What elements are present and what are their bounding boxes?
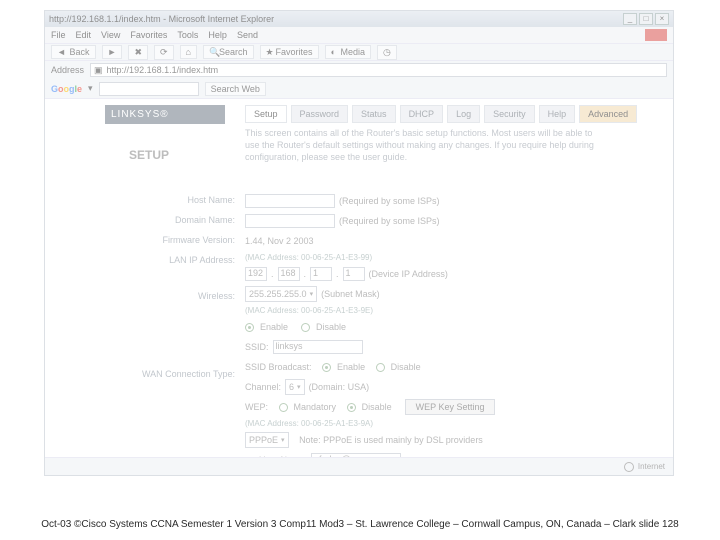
page-content: LINKSYS® SETUP Setup Password Status DHC… xyxy=(45,99,673,457)
label-firmware: Firmware Version: xyxy=(125,233,235,247)
media-button[interactable]: ◐Media xyxy=(325,45,372,60)
setup-heading: SETUP xyxy=(129,148,225,162)
wan-type-note: Note: PPPoE is used mainly by DSL provid… xyxy=(299,435,483,445)
history-button[interactable]: ◷ xyxy=(377,45,397,60)
ssid-input[interactable]: linksys xyxy=(273,340,363,354)
ssid-label: SSID: xyxy=(245,342,269,352)
tab-status[interactable]: Status xyxy=(352,105,396,123)
slide-footer: Oct-03 ©Cisco Systems CCNA Semester 1 Ve… xyxy=(0,519,720,530)
lan-ip-2[interactable]: 168 xyxy=(278,267,300,281)
menu-tools[interactable]: Tools xyxy=(177,30,198,40)
wep-mandatory-radio[interactable] xyxy=(279,403,288,412)
stop-button[interactable]: ✖ xyxy=(128,45,148,60)
hostname-hint: (Required by some ISPs) xyxy=(339,196,440,206)
refresh-button[interactable]: ⟳ xyxy=(154,45,174,60)
lan-ip-3[interactable]: 1 xyxy=(310,267,332,281)
menu-help[interactable]: Help xyxy=(208,30,227,40)
favorites-button[interactable]: ★Favorites xyxy=(260,45,319,60)
menu-file[interactable]: File xyxy=(51,30,66,40)
tab-password[interactable]: Password xyxy=(291,105,349,123)
send-icon[interactable]: Send xyxy=(237,30,258,40)
menu-favorites[interactable]: Favorites xyxy=(130,30,167,40)
ssid-broadcast-enable-radio[interactable] xyxy=(322,363,331,372)
address-input[interactable]: ▣ http://192.168.1.1/index.htm xyxy=(90,63,667,77)
firmware-value: 1.44, Nov 2 2003 xyxy=(245,236,314,246)
domainname-hint: (Required by some ISPs) xyxy=(339,216,440,226)
wireless-enable-radio[interactable] xyxy=(245,323,254,332)
channel-domain: (Domain: USA) xyxy=(309,382,370,392)
menu-edit[interactable]: Edit xyxy=(76,30,92,40)
channel-label: Channel: xyxy=(245,382,281,392)
lan-mac-label: (MAC Address: 00-06-25-A1-E3-99) xyxy=(245,253,605,262)
tab-advanced[interactable]: Advanced xyxy=(579,105,637,123)
linksys-logo: LINKSYS® xyxy=(105,105,225,124)
label-lanip: LAN IP Address: xyxy=(125,253,235,267)
media-icon: ◐ xyxy=(331,47,341,57)
google-search-web-button[interactable]: Search Web xyxy=(205,82,266,96)
tab-security[interactable]: Security xyxy=(484,105,535,123)
domainname-input[interactable] xyxy=(245,214,335,228)
wlan-mac-label: (MAC Address: 00-06-25-A1-E3-9E) xyxy=(245,306,605,315)
page-icon: ▣ xyxy=(94,65,104,75)
status-bar: Internet xyxy=(45,457,673,475)
lan-ip-4[interactable]: 1 xyxy=(343,267,365,281)
back-arrow-icon: ◄ xyxy=(57,47,67,57)
subnet-mask-select[interactable]: 255.255.255.0 xyxy=(245,286,317,302)
tab-row: Setup Password Status DHCP Log Security … xyxy=(245,105,637,123)
hostname-input[interactable] xyxy=(245,194,335,208)
subnet-mask-label: (Subnet Mask) xyxy=(321,289,380,299)
menu-view[interactable]: View xyxy=(101,30,120,40)
tab-log[interactable]: Log xyxy=(447,105,480,123)
setup-description: This screen contains all of the Router's… xyxy=(245,127,595,163)
wep-label: WEP: xyxy=(245,402,268,412)
label-hostname: Host Name: xyxy=(125,193,235,207)
star-icon: ★ xyxy=(266,47,276,57)
internet-zone-icon xyxy=(624,462,634,472)
zone-label: Internet xyxy=(638,462,665,471)
address-bar: Address ▣ http://192.168.1.1/index.htm xyxy=(45,61,673,79)
browser-window: http://192.168.1.1/index.htm - Microsoft… xyxy=(44,10,674,476)
title-bar: http://192.168.1.1/index.htm - Microsoft… xyxy=(45,11,673,27)
search-button[interactable]: 🔍Search xyxy=(203,45,254,60)
home-button[interactable]: ⌂ xyxy=(180,45,197,59)
label-wireless: Wireless: xyxy=(125,289,235,303)
close-button[interactable]: × xyxy=(655,13,669,25)
back-button[interactable]: ◄ Back xyxy=(51,45,96,60)
minimize-button[interactable]: _ xyxy=(623,13,637,25)
wep-disable-radio[interactable] xyxy=(347,403,356,412)
wireless-disable-radio[interactable] xyxy=(301,323,310,332)
ssid-broadcast-label: SSID Broadcast: xyxy=(245,362,312,372)
label-wanconn: WAN Connection Type: xyxy=(125,367,235,381)
tab-help[interactable]: Help xyxy=(539,105,576,123)
google-toolbar: Google ▾ Search Web xyxy=(45,79,673,99)
ie-logo-icon xyxy=(645,29,667,41)
google-logo: Google xyxy=(51,84,82,94)
window-title: http://192.168.1.1/index.htm - Microsoft… xyxy=(49,14,621,24)
ssid-broadcast-disable-radio[interactable] xyxy=(376,363,385,372)
tab-dhcp[interactable]: DHCP xyxy=(400,105,444,123)
wan-type-select[interactable]: PPPoE xyxy=(245,432,289,448)
google-search-input[interactable] xyxy=(99,82,199,96)
maximize-button[interactable]: □ xyxy=(639,13,653,25)
device-ip-label: (Device IP Address) xyxy=(369,269,448,279)
forward-button[interactable]: ► xyxy=(102,45,123,59)
label-column: Host Name: Domain Name: Firmware Version… xyxy=(125,193,235,387)
wep-key-setting-button[interactable]: WEP Key Setting xyxy=(405,399,496,415)
address-label: Address xyxy=(51,65,84,75)
search-icon: 🔍 xyxy=(209,47,219,57)
tab-setup[interactable]: Setup xyxy=(245,105,287,123)
channel-select[interactable]: 6 xyxy=(285,379,305,395)
tool-bar: ◄ Back ► ✖ ⟳ ⌂ 🔍Search ★Favorites ◐Media… xyxy=(45,43,673,61)
label-domainname: Domain Name: xyxy=(125,213,235,227)
lan-ip-1[interactable]: 192 xyxy=(245,267,267,281)
menu-bar: File Edit View Favorites Tools Help Send xyxy=(45,27,673,43)
wan-mac-label: (MAC Address: 00-06-25-A1-E3-9A) xyxy=(245,419,605,428)
form-area: (Required by some ISPs) (Required by som… xyxy=(245,193,605,457)
